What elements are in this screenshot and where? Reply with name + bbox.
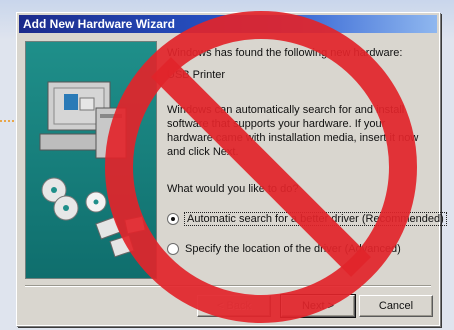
option-specify-location[interactable]: Specify the location of the driver (Adva… [167, 239, 431, 259]
computer-with-cds-icon [39, 81, 146, 258]
device-name: USB Printer [167, 69, 226, 81]
radio-dot [171, 217, 175, 221]
radio-button-selected[interactable] [167, 213, 179, 225]
option-automatic-search[interactable]: Automatic search for a better driver (Re… [167, 209, 447, 229]
wizard-content: Windows has found the following new hard… [167, 43, 447, 275]
description-text: Windows can automatically search for and… [167, 104, 419, 158]
window-title[interactable]: Add New Hardware Wizard [19, 15, 437, 33]
question-text: What would you like to do? [167, 183, 299, 195]
divider [25, 285, 431, 287]
wizard-window: Add New Hardware Wizard Windows has foun… [16, 12, 447, 326]
radio-button[interactable] [167, 243, 179, 255]
option-label: Specify the location of the driver (Adva… [185, 243, 401, 255]
cancel-button[interactable]: Cancel [359, 295, 433, 317]
option-label: Automatic search for a better driver (Re… [184, 212, 447, 226]
intro-text: Windows has found the following new hard… [167, 47, 403, 59]
wizard-illustration-panel [25, 41, 157, 279]
next-button[interactable]: Next > [280, 294, 356, 318]
back-button[interactable]: < Back [197, 295, 271, 317]
